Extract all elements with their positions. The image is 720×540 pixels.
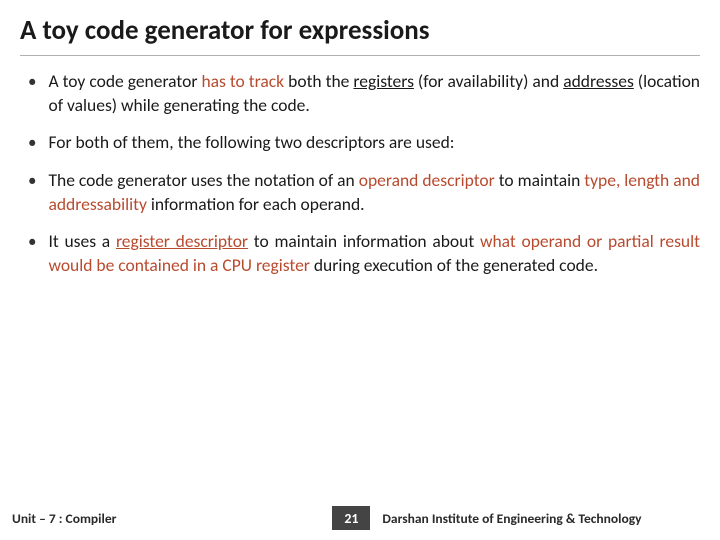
bullet-icon: • — [28, 230, 36, 254]
bullet-item: • A toy code generator has to track both… — [20, 70, 700, 117]
page-number: 21 — [332, 506, 370, 530]
footer-institute: Darshan Institute of Engineering & Techn… — [382, 510, 710, 527]
slide-title: A toy code generator for expressions — [20, 14, 700, 56]
bullet-item: • The code generator uses the notation o… — [20, 169, 700, 216]
bullet-item: • For both of them, the following two de… — [20, 131, 700, 155]
bullet-icon: • — [28, 131, 36, 155]
bullet-text: The code generator uses the notation of … — [48, 169, 700, 216]
slide: A toy code generator for expressions • A… — [0, 0, 720, 540]
bullet-icon: • — [28, 169, 36, 193]
bullet-text: For both of them, the following two desc… — [48, 131, 454, 155]
slide-content: • A toy code generator has to track both… — [20, 70, 700, 540]
footer-unit: Unit – 7 : Compiler — [12, 510, 116, 527]
bullet-icon: • — [28, 70, 36, 94]
slide-footer: Unit – 7 : Compiler 21 Darshan Institute… — [0, 506, 720, 530]
bullet-item: • It uses a register descriptor to maint… — [20, 230, 700, 277]
bullet-text: A toy code generator has to track both t… — [48, 70, 700, 117]
bullet-text: It uses a register descriptor to maintai… — [48, 230, 700, 277]
